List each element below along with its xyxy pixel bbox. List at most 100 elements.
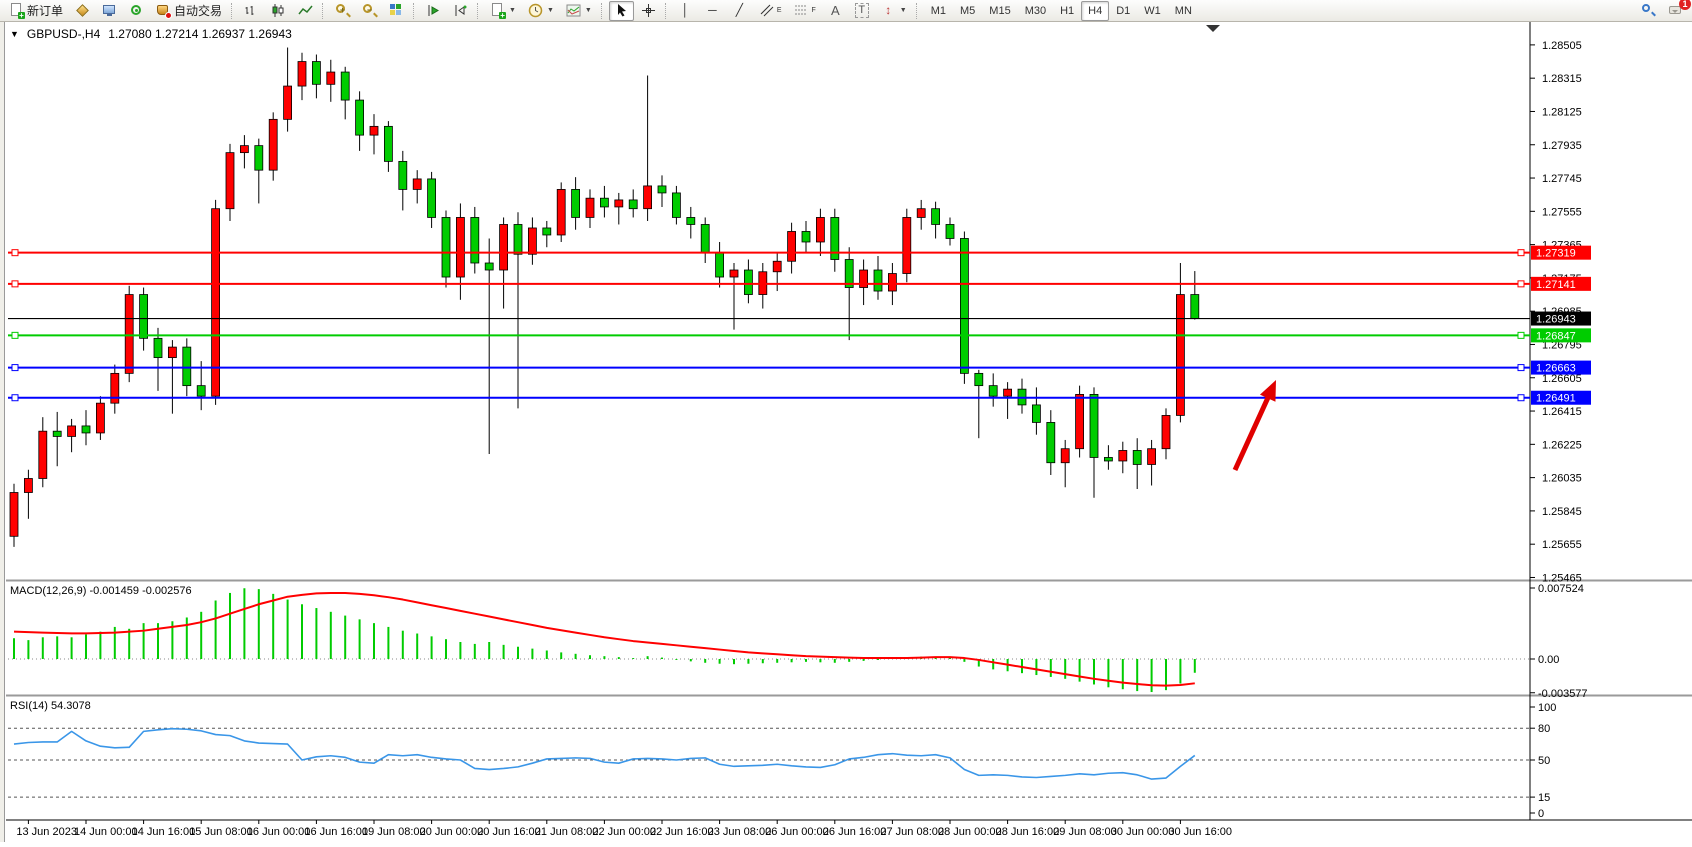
periods-caret-icon: ▼ [547,7,554,14]
new-chart-icon: + [490,3,505,18]
notifications-button[interactable]: 1 [1663,1,1688,21]
new-order-button[interactable]: + 新订单 [4,1,68,21]
signals-button[interactable] [124,1,149,21]
search-icon [1641,3,1656,18]
chart-shift-button[interactable] [448,1,473,21]
svg-text:30 Jun 16:00: 30 Jun 16:00 [1168,826,1232,838]
tile-windows-icon [389,3,404,18]
svg-text:100: 100 [1538,702,1556,714]
svg-text:0.00: 0.00 [1538,654,1559,666]
auto-trading-button[interactable]: 自动交易 [151,1,227,21]
crosshair-icon [641,3,656,18]
price-chart[interactable]: 1.285051.283151.281251.279351.277451.275… [0,22,1692,842]
new-chart-caret-icon: ▼ [509,7,516,14]
svg-text:1.27319: 1.27319 [1536,248,1576,260]
svg-text:28 Jun 16:00: 28 Jun 16:00 [996,826,1060,838]
svg-text:80: 80 [1538,723,1550,735]
svg-text:0.007524: 0.007524 [1538,583,1584,595]
vertical-line-icon: │ [678,3,693,18]
auto-trading-icon [156,3,171,18]
text-label-icon: T [855,3,869,18]
vertical-line-tool-button[interactable]: │ [673,1,698,21]
trendline-icon: ╱ [732,3,747,18]
svg-text:1.27745: 1.27745 [1542,173,1582,185]
bar-chart-icon [244,3,259,18]
periods-button[interactable]: ▼ [523,1,559,21]
svg-text:14 Jun 00:00: 14 Jun 00:00 [74,826,138,838]
timeframe-m15-button[interactable]: M15 [982,1,1017,21]
fibonacci-tool-button[interactable]: F [789,1,821,21]
svg-text:1.26225: 1.26225 [1542,439,1582,451]
timeframe-bar: M1 M5 M15 M30 H1 H4 D1 W1 MN [924,1,1199,21]
svg-text:19 Jun 08:00: 19 Jun 08:00 [362,826,426,838]
horizontal-line-tool-button[interactable]: ─ [700,1,725,21]
rsi-label: RSI(14) 54.3078 [10,700,91,712]
svg-text:1.28505: 1.28505 [1542,40,1582,52]
svg-text:1.27141: 1.27141 [1536,279,1576,291]
bar-chart-type-button[interactable] [239,1,264,21]
main-toolbar: + 新订单 自动交易 + − + ▼ [0,0,1692,22]
svg-text:29 Jun 08:00: 29 Jun 08:00 [1053,826,1117,838]
timeframe-label: MN [1173,5,1194,17]
fibonacci-icon [794,3,809,18]
timeframe-h4-button[interactable]: H4 [1081,1,1109,21]
timeframe-m1-button[interactable]: M1 [924,1,953,21]
svg-text:28 Jun 00:00: 28 Jun 00:00 [938,826,1002,838]
candle-chart-type-button[interactable] [266,1,291,21]
svg-text:1.28125: 1.28125 [1542,106,1582,118]
timeframe-h1-button[interactable]: H1 [1053,1,1081,21]
channel-tool-button[interactable]: E [754,1,787,21]
channel-icon [759,3,774,18]
auto-trading-label: 自动交易 [174,2,222,19]
crosshair-tool-button[interactable] [636,1,661,21]
svg-text:1.26035: 1.26035 [1542,473,1582,485]
timeframe-label: M15 [987,5,1012,17]
timeframe-label: D1 [1114,5,1132,17]
auto-scroll-icon [426,3,441,18]
timeframe-label: M1 [929,5,948,17]
timeframe-label: H1 [1058,5,1076,17]
timeframe-mn-button[interactable]: MN [1168,1,1199,21]
svg-text:13 Jun 2023: 13 Jun 2023 [16,826,77,838]
cursor-tool-button[interactable] [609,1,634,21]
indicators-caret-icon: ▼ [585,7,592,14]
timeframe-label: W1 [1142,5,1163,17]
notification-badge: 1 [1679,0,1691,10]
chart-title-symbol: GBPUSD-,H4 [27,27,100,41]
zoom-out-button[interactable]: − [357,1,382,21]
svg-text:20 Jun 16:00: 20 Jun 16:00 [477,826,541,838]
timeframe-d1-button[interactable]: D1 [1109,1,1137,21]
timeframe-label: M5 [958,5,977,17]
charts-button[interactable] [97,1,122,21]
arrows-caret-icon: ▼ [900,7,907,14]
new-chart-button[interactable]: + ▼ [485,1,521,21]
market-watch-button[interactable] [70,1,95,21]
fibonacci-sub-label: F [812,7,816,14]
arrows-tool-button[interactable]: ↕ ▼ [876,1,912,21]
indicators-button[interactable]: ▼ [561,1,597,21]
horizontal-line-icon: ─ [705,3,720,18]
timeframe-m30-button[interactable]: M30 [1018,1,1053,21]
auto-scroll-button[interactable] [421,1,446,21]
timeframe-w1-button[interactable]: W1 [1137,1,1168,21]
tile-windows-button[interactable] [384,1,409,21]
text-label-tool-button[interactable]: T [850,1,874,21]
zoom-in-button[interactable]: + [330,1,355,21]
search-button[interactable] [1636,1,1661,21]
text-tool-icon: A [828,3,843,18]
trendline-tool-button[interactable]: ╱ [727,1,752,21]
timeframe-m5-button[interactable]: M5 [953,1,982,21]
svg-text:1.27935: 1.27935 [1542,140,1582,152]
line-chart-type-button[interactable] [293,1,318,21]
svg-text:15 Jun 08:00: 15 Jun 08:00 [189,826,253,838]
chart-title-ohlc: 1.27080 1.27214 1.26937 1.26943 [108,27,292,41]
clock-icon [528,3,543,18]
symbol-dropdown-icon[interactable]: ▼ [10,29,19,39]
indicators-icon [566,3,581,18]
text-tool-button[interactable]: A [823,1,848,21]
svg-text:27 Jun 08:00: 27 Jun 08:00 [880,826,944,838]
svg-text:1.25655: 1.25655 [1542,539,1582,551]
svg-text:1.26491: 1.26491 [1536,393,1576,405]
svg-text:1.28315: 1.28315 [1542,73,1582,85]
line-chart-icon [298,3,313,18]
